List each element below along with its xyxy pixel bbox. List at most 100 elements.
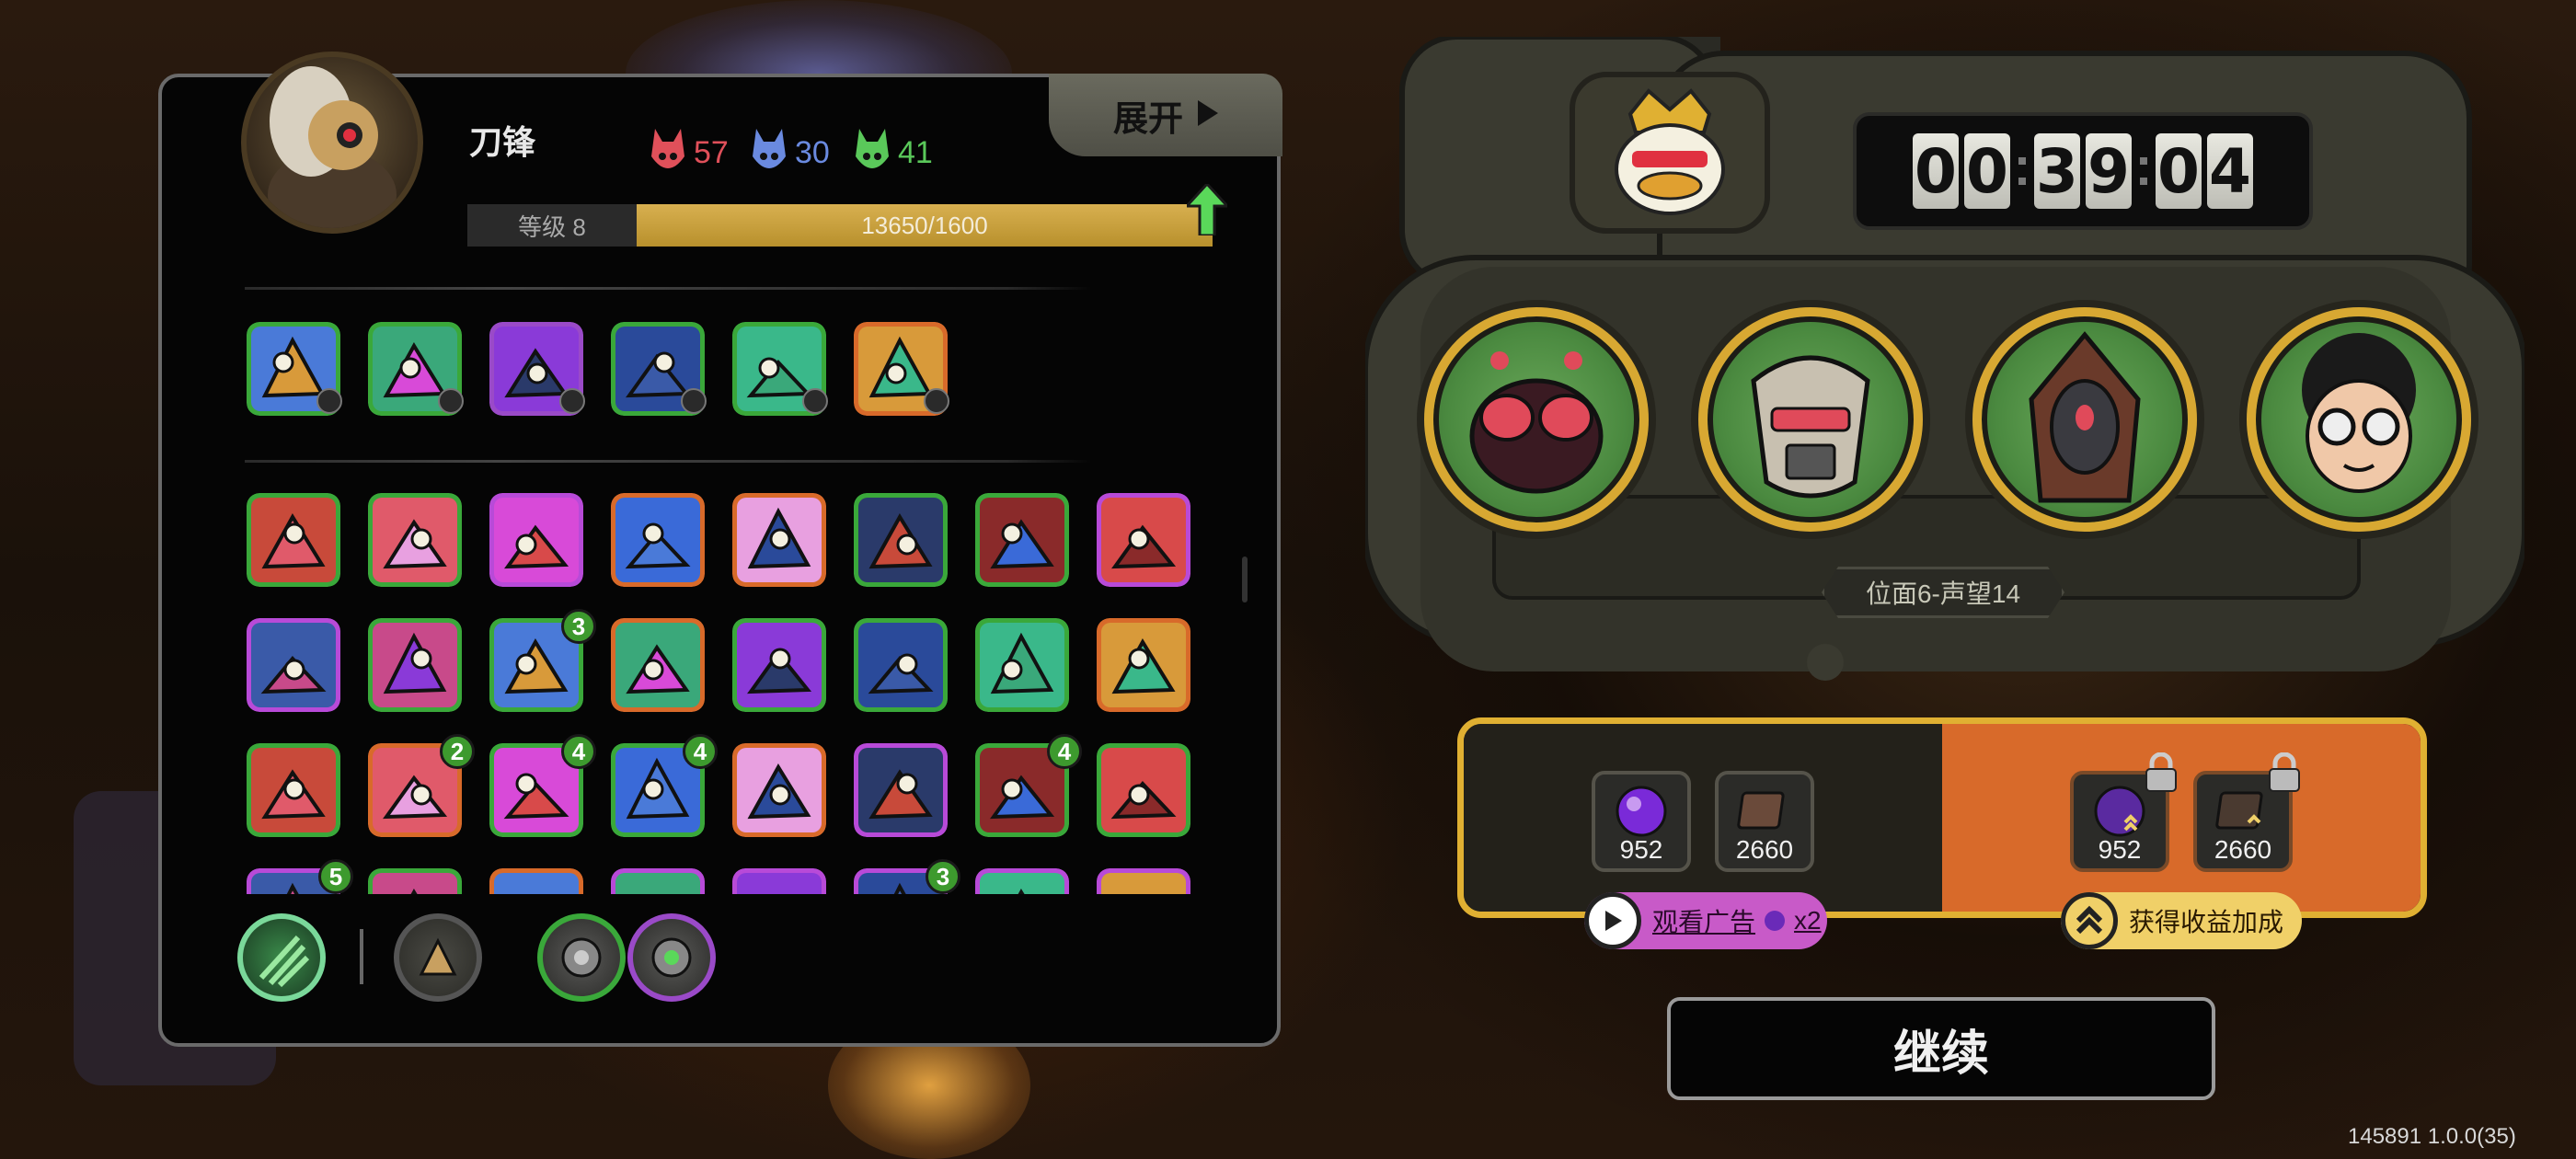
arrows-skill-icon[interactable] <box>854 493 948 587</box>
crowned-duck-icon <box>1615 88 1725 215</box>
timer-digit: 0 <box>2156 133 2202 209</box>
stack-count-badge: 4 <box>561 734 596 769</box>
claw-skill-icon[interactable] <box>854 618 948 712</box>
wind-skill-icon[interactable] <box>854 743 948 837</box>
skill-grid-scrollbar[interactable] <box>1242 557 1248 602</box>
timer-digit: 0 <box>1913 133 1959 209</box>
reward-item-book[interactable]: 2660 <box>1715 771 1814 872</box>
grass-slash-icon[interactable] <box>237 913 326 1002</box>
socket-gem-icon <box>559 388 585 414</box>
reward-item-orb[interactable]: 952 <box>1592 771 1691 872</box>
horns-skill-icon[interactable] <box>368 868 462 894</box>
play-icon <box>1584 892 1641 949</box>
book-tome-locked-icon <box>2215 791 2263 830</box>
level-progress-bar: 等级 8 13650/1600 <box>467 204 1213 247</box>
wing-skill-icon[interactable] <box>1097 868 1190 894</box>
reward-count: 952 <box>2098 835 2142 864</box>
enemy-slot-4[interactable] <box>2247 307 2471 532</box>
bottom-separator <box>360 929 363 984</box>
enemy-slot-2[interactable] <box>1698 307 1923 532</box>
storm-skill-icon[interactable] <box>975 493 1069 587</box>
timer-digit: 4 <box>2207 133 2253 209</box>
green-mask-value: 41 <box>898 134 933 170</box>
skill-grid: 3 2 4 4 4 5 3 <box>239 478 1214 894</box>
section-divider <box>245 460 1091 463</box>
purple-orb-icon <box>1616 786 1667 837</box>
version-label: 145891 1.0.0(35) <box>2348 1124 2516 1149</box>
stack-count-badge: 4 <box>683 734 718 769</box>
stack-count-badge: 3 <box>926 859 960 894</box>
lock-icon <box>2145 752 2177 792</box>
expand-button[interactable]: 展开 <box>1049 74 1282 156</box>
hooded-hero-icon <box>268 66 397 228</box>
timer-digit: 0 <box>1964 133 2010 209</box>
socket-gem-icon <box>681 388 707 414</box>
double-chevron-up-icon <box>2061 892 2118 949</box>
timer-separator <box>2137 157 2150 185</box>
player-name: 刀锋 <box>469 123 536 161</box>
continue-button[interactable]: 继续 <box>1667 997 2215 1100</box>
hooded-enemy-icon <box>2029 331 2141 503</box>
play-triangle-icon <box>1198 96 1218 135</box>
burst-skill-icon[interactable] <box>247 743 340 837</box>
boss-portrait[interactable] <box>1570 72 1770 234</box>
shell-skill-icon[interactable] <box>732 868 826 894</box>
blue-mask-value: 30 <box>795 134 830 170</box>
timer-digit: 3 <box>2034 133 2080 209</box>
enemy-slot-3[interactable] <box>1972 307 2197 532</box>
lock-icon <box>2269 752 2300 792</box>
level-label: 等级 8 <box>467 204 637 247</box>
socket-gem-icon <box>438 388 464 414</box>
locked-reward-section <box>1942 724 2421 912</box>
stack-count-badge: 4 <box>1047 734 1082 769</box>
reward-count: 2660 <box>1735 835 1794 864</box>
star-skill-icon[interactable] <box>732 493 826 587</box>
ad-multiplier: x2 <box>1794 906 1822 935</box>
socket-gem-icon <box>316 388 342 414</box>
tower-skill-icon[interactable] <box>247 493 340 587</box>
tomb-skill-icon[interactable] <box>732 743 826 837</box>
red-mask-value: 57 <box>694 134 729 170</box>
blue-mask-icon <box>753 129 786 168</box>
shield-skill-icon[interactable] <box>611 493 705 587</box>
level-up-arrow-icon[interactable] <box>1187 184 1227 235</box>
red-mask-stat: 57 <box>650 129 729 177</box>
enemy-slot-1[interactable] <box>1424 307 1649 532</box>
purple-orb-locked-icon <box>2094 786 2145 837</box>
heart-rune-icon[interactable] <box>627 913 716 1002</box>
book-skill-icon[interactable] <box>247 618 340 712</box>
bonus-button-label: 获得收益加成 <box>2128 908 2283 936</box>
free-reward-section <box>1464 724 1942 912</box>
reward-count: 952 <box>1619 835 1663 864</box>
timer-digit: 9 <box>2086 133 2132 209</box>
bolt-skill-icon[interactable] <box>975 618 1069 712</box>
beast-skill-icon[interactable] <box>732 618 826 712</box>
lion-emblem-icon[interactable] <box>394 913 482 1002</box>
figure-skill-icon[interactable] <box>1097 493 1190 587</box>
legs-skill-icon[interactable] <box>611 618 705 712</box>
countdown-timer: 0 0 3 9 0 4 <box>1853 112 2313 230</box>
red-mask-icon <box>651 129 684 168</box>
glasses-kid-enemy-icon <box>2302 333 2416 493</box>
fang-skill-icon[interactable] <box>611 868 705 894</box>
green-mask-stat: 41 <box>854 129 933 177</box>
book-tome-icon <box>1737 791 1785 830</box>
triangle-rune-icon[interactable] <box>537 913 626 1002</box>
mermaid-skill-icon[interactable] <box>1097 743 1190 837</box>
punch-skill-icon[interactable] <box>489 493 583 587</box>
eye-skill-icon[interactable] <box>368 618 462 712</box>
green-mask-icon <box>856 129 889 168</box>
insect-enemy-icon <box>1469 351 1604 494</box>
cursor-skill-icon[interactable] <box>368 493 462 587</box>
blue-mask-stat: 30 <box>751 129 830 177</box>
section-divider <box>245 287 1091 290</box>
flame-skill-icon[interactable] <box>975 868 1069 894</box>
ghost-skill-icon[interactable] <box>1097 618 1190 712</box>
player-avatar[interactable] <box>241 52 423 234</box>
reward-count: 2660 <box>2214 835 2272 864</box>
ad-button-label: 观看广告 <box>1652 908 1756 936</box>
socket-gem-icon <box>924 388 949 414</box>
stack-count-badge: 2 <box>440 734 475 769</box>
bull-skill-icon[interactable] <box>489 868 583 894</box>
expand-label: 展开 <box>1112 99 1183 139</box>
